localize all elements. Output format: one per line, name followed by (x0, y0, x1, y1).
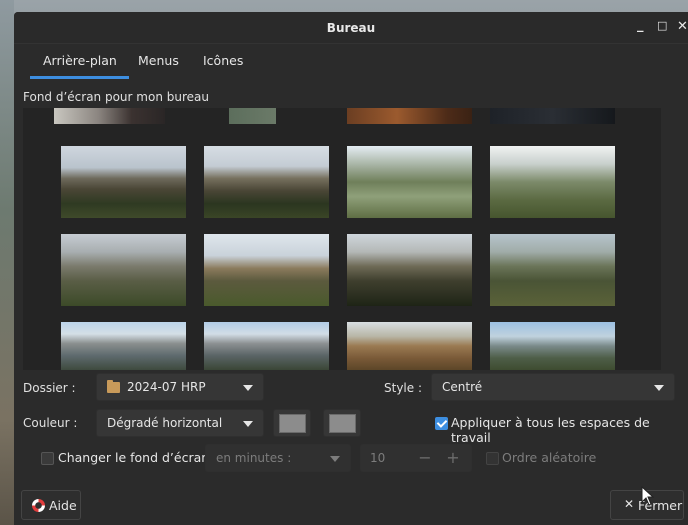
style-label: Style : (384, 381, 422, 395)
folder-icon (107, 380, 120, 393)
random-order-label[interactable]: Ordre aléatoire (502, 450, 596, 465)
wallpaper-section-label: Fond d’écran pour mon bureau (23, 90, 209, 104)
mouse-cursor-icon (641, 486, 655, 506)
style-select-value: Centré (442, 380, 483, 394)
wallpaper-thumbnail[interactable] (490, 234, 615, 306)
tab-icons[interactable]: Icônes (203, 53, 243, 76)
settings-window: Bureau _ □ ✕ Arrière-plan Menus Icônes F… (14, 12, 688, 525)
interval-unit-value: en minutes : (216, 451, 292, 465)
wallpaper-gallery[interactable] (23, 108, 661, 370)
tab-bar: Arrière-plan Menus Icônes (14, 44, 688, 79)
help-button-label: Aide (49, 498, 77, 513)
wallpaper-thumbnail[interactable] (204, 322, 329, 370)
window-title: Bureau (326, 21, 376, 35)
wallpaper-thumbnail[interactable] (229, 108, 276, 124)
wallpaper-thumbnail[interactable] (61, 322, 186, 370)
close-icon: ✕ (624, 497, 635, 511)
style-select[interactable]: Centré (431, 373, 675, 401)
lifebuoy-icon (32, 499, 45, 512)
color-mode-value: Dégradé horizontal (107, 416, 223, 430)
wallpaper-thumbnail[interactable] (490, 322, 615, 370)
apply-all-workspaces-label[interactable]: Appliquer à tous les espaces de travail (451, 415, 688, 445)
increment-button[interactable]: + (441, 445, 465, 471)
interval-unit-select[interactable]: en minutes : (205, 444, 351, 472)
maximize-icon: □ (657, 19, 668, 32)
desktop-background (0, 0, 14, 525)
wallpaper-thumbnail[interactable] (347, 322, 472, 370)
wallpaper-thumbnail[interactable] (61, 234, 186, 306)
interval-spinner[interactable]: 10 − + (360, 444, 472, 472)
tab-background[interactable]: Arrière-plan (30, 53, 129, 79)
wallpaper-thumbnail[interactable] (490, 146, 615, 218)
close-window-button[interactable]: ✕ (677, 19, 688, 34)
primary-color-button[interactable] (273, 409, 311, 437)
wallpaper-thumbnail[interactable] (347, 146, 472, 218)
interval-value: 10 (370, 451, 386, 465)
wallpaper-thumbnail[interactable] (347, 108, 472, 124)
tab-menus[interactable]: Menus (138, 53, 179, 76)
chevron-down-icon (243, 385, 253, 391)
decrement-button[interactable]: − (413, 445, 437, 471)
folder-select[interactable]: 2024-07 HRP (96, 373, 264, 401)
apply-all-workspaces-checkbox[interactable] (435, 417, 448, 430)
chevron-down-icon (330, 456, 340, 462)
close-icon: ✕ (677, 19, 688, 34)
secondary-color-button[interactable] (323, 409, 361, 437)
wallpaper-thumbnail[interactable] (204, 234, 329, 306)
help-button[interactable]: Aide (21, 490, 81, 520)
folder-select-value: 2024-07 HRP (127, 380, 206, 394)
primary-color-swatch (279, 414, 306, 433)
wallpaper-thumbnail[interactable] (490, 108, 615, 124)
change-wallpaper-checkbox[interactable] (41, 452, 54, 465)
random-order-checkbox[interactable] (486, 452, 499, 465)
maximize-button[interactable]: □ (657, 19, 667, 32)
color-label: Couleur : (23, 416, 78, 430)
chevron-down-icon (654, 385, 664, 391)
wallpaper-thumbnail[interactable] (347, 234, 472, 306)
change-wallpaper-label[interactable]: Changer le fond d’écran (58, 450, 209, 465)
wallpaper-thumbnail[interactable] (61, 146, 186, 218)
secondary-color-swatch (329, 414, 356, 433)
color-mode-select[interactable]: Dégradé horizontal (96, 409, 264, 437)
chevron-down-icon (243, 421, 253, 427)
wallpaper-thumbnail[interactable] (54, 108, 165, 124)
wallpaper-thumbnail[interactable] (204, 146, 329, 218)
window-titlebar[interactable]: Bureau _ □ ✕ (14, 12, 688, 44)
folder-label: Dossier : (23, 381, 76, 395)
minimize-button[interactable]: _ (637, 18, 644, 33)
